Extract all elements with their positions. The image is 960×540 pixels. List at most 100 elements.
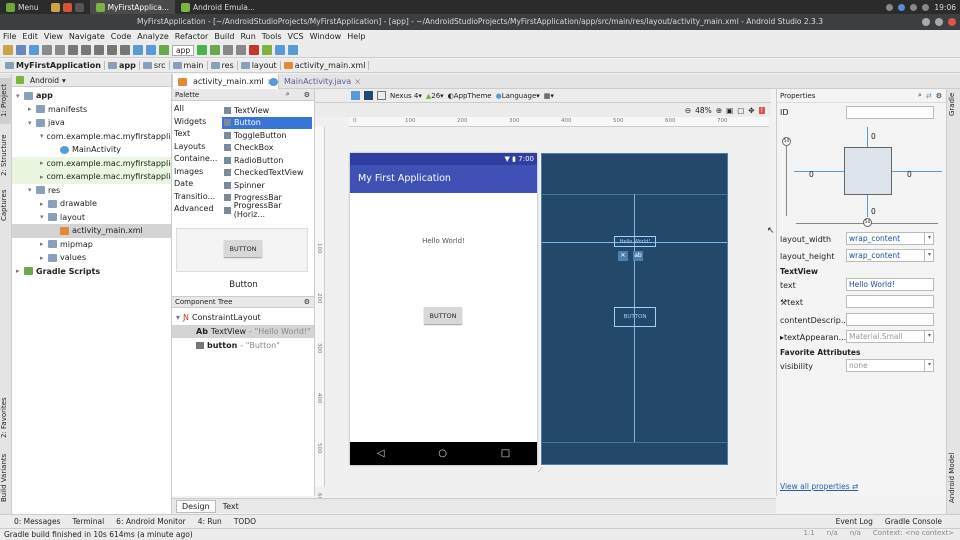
- back-icon[interactable]: [133, 45, 143, 55]
- tree-item[interactable]: ▾ res: [12, 184, 171, 198]
- encoding[interactable]: n/a: [850, 528, 861, 540]
- tree-item[interactable]: ▾ app: [12, 89, 171, 103]
- open-icon[interactable]: [3, 45, 13, 55]
- design-phone-preview[interactable]: ▼ ▮ 7:00 My First Application Hello Worl…: [350, 153, 537, 465]
- breadcrumb-res[interactable]: res: [208, 61, 238, 70]
- chevron-right-icon[interactable]: ▸: [16, 267, 24, 275]
- tree-item[interactable]: ▾com.example.mac.myfirstapplication: [12, 130, 171, 144]
- breadcrumb-file[interactable]: activity_main.xml: [281, 61, 370, 70]
- chevron-down-icon[interactable]: ▾: [40, 132, 44, 140]
- settings-icon[interactable]: ⚙: [304, 298, 310, 306]
- blueprint-mode-icon[interactable]: [364, 91, 373, 100]
- run-configuration-select[interactable]: app: [172, 44, 195, 56]
- menu-file[interactable]: File: [0, 32, 19, 41]
- layout-height-field[interactable]: wrap_content: [846, 249, 934, 262]
- content-description-field[interactable]: [846, 313, 934, 326]
- menu-navigate[interactable]: Navigate: [66, 32, 108, 41]
- tab-text[interactable]: Text: [218, 501, 244, 512]
- layout-variants-icon[interactable]: ▦▾: [544, 92, 554, 100]
- tree-item[interactable]: ▸ values: [12, 251, 171, 265]
- chevron-down-icon[interactable]: ▾: [924, 249, 934, 262]
- resize-handle-icon[interactable]: ⟋: [538, 466, 543, 475]
- tool-tab-captures[interactable]: Captures: [0, 186, 12, 224]
- start-menu-button[interactable]: Menu: [0, 0, 45, 14]
- horizontal-bias-slider[interactable]: 50: [863, 218, 872, 227]
- tree-item[interactable]: ▸ drawable: [12, 197, 171, 211]
- baseline-handle-icon[interactable]: ab: [633, 251, 643, 261]
- sync-icon[interactable]: [29, 45, 39, 55]
- help-icon[interactable]: [288, 45, 299, 55]
- menu-vcs[interactable]: VCS: [285, 32, 307, 41]
- text-appearance-label[interactable]: ▸textAppearan...: [780, 333, 846, 342]
- tree-item[interactable]: ▸com.example.mac.myfirstapplication: [12, 170, 171, 184]
- tree-item[interactable]: ▸ Gradle Scripts: [12, 265, 171, 279]
- chevron-down-icon[interactable]: ▾: [924, 359, 934, 372]
- replace-icon[interactable]: [120, 45, 130, 55]
- forward-icon[interactable]: [146, 45, 156, 55]
- chevron-right-icon[interactable]: ▸: [40, 240, 48, 248]
- margin-right[interactable]: 0: [907, 170, 912, 179]
- palette-item[interactable]: CheckBox: [222, 142, 312, 155]
- orientation-icon[interactable]: [377, 91, 386, 100]
- blueprint-button[interactable]: BUTTON: [614, 307, 656, 327]
- palette-item[interactable]: TextView: [222, 104, 312, 117]
- volume-icon[interactable]: [910, 3, 918, 11]
- tab-main-activity-java[interactable]: MainActivity.java ×: [264, 74, 366, 89]
- tool-tab-build-variants[interactable]: Build Variants: [0, 450, 12, 506]
- menu-refactor[interactable]: Refactor: [172, 32, 212, 41]
- messages-tool-button[interactable]: 0: Messages: [14, 517, 60, 526]
- tool-tab-gradle[interactable]: Gradle: [948, 89, 960, 119]
- breadcrumb-app[interactable]: app: [105, 61, 140, 70]
- zoom-in-icon[interactable]: ⊕: [716, 106, 722, 115]
- chevron-right-icon[interactable]: ▸: [40, 200, 48, 208]
- paste-icon[interactable]: [94, 45, 104, 55]
- toggle-view-icon[interactable]: ⇄: [926, 92, 932, 100]
- text-appearance-field[interactable]: Material.Small: [846, 330, 934, 343]
- tools-text-field[interactable]: [846, 295, 934, 308]
- clock[interactable]: 19:06: [934, 3, 956, 12]
- search-icon[interactable]: ⌕: [918, 91, 922, 100]
- language-select[interactable]: ●Language▾: [496, 92, 540, 100]
- menu-code[interactable]: Code: [108, 32, 134, 41]
- avd-manager-icon[interactable]: [262, 45, 273, 55]
- palette-item[interactable]: ProgressBar (Horiz...: [222, 201, 312, 219]
- palette-item[interactable]: RadioButton: [222, 154, 312, 167]
- todo-tool-button[interactable]: TODO: [234, 517, 256, 526]
- stop-icon[interactable]: [249, 45, 260, 55]
- tool-tab-android-model[interactable]: Android Model: [948, 447, 960, 509]
- gradle-console-tool-button[interactable]: Gradle Console: [885, 517, 942, 526]
- copy-icon[interactable]: [81, 45, 91, 55]
- task-android-emulator[interactable]: Android Emula...: [175, 0, 261, 14]
- breadcrumb-project[interactable]: MyFirstApplication: [2, 61, 105, 70]
- find-icon[interactable]: [107, 45, 117, 55]
- palette-item[interactable]: ToggleButton: [222, 129, 312, 142]
- tree-node-button[interactable]: button - "Button": [196, 339, 280, 352]
- run-icon[interactable]: [197, 45, 208, 55]
- tree-item[interactable]: ▾ java: [12, 116, 171, 130]
- text-field[interactable]: Hello World!: [846, 278, 934, 291]
- palette-category[interactable]: Date: [174, 179, 193, 188]
- event-log-tool-button[interactable]: Event Log: [836, 517, 873, 526]
- minimize-button[interactable]: [922, 18, 930, 26]
- tree-item[interactable]: ▸com.example.mac.myfirstapplication: [12, 156, 171, 170]
- chevron-right-icon[interactable]: ▸: [40, 159, 44, 167]
- theme-select[interactable]: ◐AppTheme: [448, 92, 492, 100]
- palette-category[interactable]: All: [174, 104, 184, 113]
- menu-edit[interactable]: Edit: [19, 32, 41, 41]
- settings-icon[interactable]: ⚙: [304, 91, 310, 99]
- tab-design[interactable]: Design: [176, 499, 216, 513]
- menu-help[interactable]: Help: [344, 32, 368, 41]
- hello-world-textview[interactable]: Hello World!: [350, 237, 537, 245]
- palette-category[interactable]: Text: [174, 129, 190, 138]
- menu-build[interactable]: Build: [211, 32, 237, 41]
- visibility-field[interactable]: none: [846, 359, 934, 372]
- chevron-down-icon[interactable]: ▾: [924, 232, 934, 245]
- terminal-tool-button[interactable]: Terminal: [72, 517, 104, 526]
- palette-category[interactable]: Layouts: [174, 142, 205, 151]
- margin-left[interactable]: 0: [809, 170, 814, 179]
- context-indicator[interactable]: Context: <no context>: [873, 528, 954, 540]
- design-mode-icon[interactable]: [351, 91, 360, 100]
- palette-item[interactable]: CheckedTextView: [222, 167, 312, 180]
- close-button[interactable]: [948, 18, 956, 26]
- chevron-down-icon[interactable]: ▾: [40, 213, 48, 221]
